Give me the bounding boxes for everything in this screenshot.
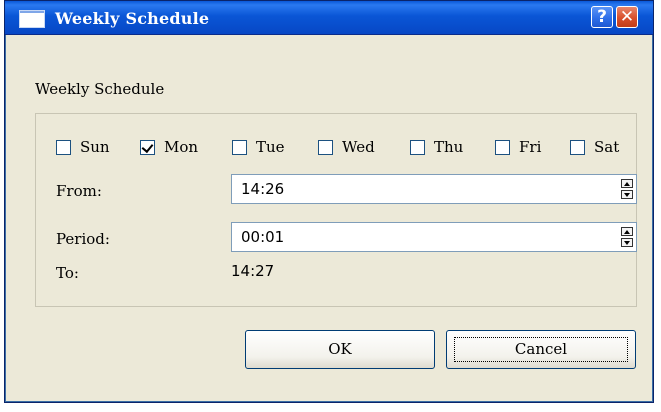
dialog-heading: Weekly Schedule xyxy=(35,80,165,98)
to-time-value: 14:27 xyxy=(231,262,275,280)
spin-up-icon[interactable] xyxy=(621,227,633,236)
day-checkbox-wed[interactable]: Wed xyxy=(318,137,375,157)
ok-button[interactable]: OK xyxy=(245,330,435,369)
close-button[interactable]: ✕ xyxy=(616,6,638,28)
checkbox-icon[interactable] xyxy=(56,139,71,155)
from-spin-buttons[interactable] xyxy=(621,179,633,199)
checkbox-icon[interactable] xyxy=(318,139,333,155)
checkbox-icon[interactable] xyxy=(232,139,247,155)
day-label-sun: Sun xyxy=(80,138,110,156)
title-bar[interactable]: Weekly Schedule ? ✕ xyxy=(5,1,653,35)
period-spin-buttons[interactable] xyxy=(621,227,633,247)
day-checkbox-mon[interactable]: Mon xyxy=(140,137,198,157)
day-checkbox-tue[interactable]: Tue xyxy=(232,137,285,157)
day-label-fri: Fri xyxy=(519,138,542,156)
checkbox-icon[interactable] xyxy=(495,139,510,155)
help-icon: ? xyxy=(597,7,607,27)
day-label-sat: Sat xyxy=(594,138,620,156)
from-time-value[interactable]: 14:26 xyxy=(241,180,284,198)
checkbox-checked-icon[interactable] xyxy=(140,139,155,155)
spin-up-icon[interactable] xyxy=(621,179,633,188)
day-checkbox-thu[interactable]: Thu xyxy=(410,137,463,157)
day-checkbox-fri[interactable]: Fri xyxy=(495,137,541,157)
day-checkbox-sun[interactable]: Sun xyxy=(56,137,110,157)
period-time-value[interactable]: 00:01 xyxy=(241,228,284,246)
from-label: From: xyxy=(56,182,102,200)
cancel-button[interactable]: Cancel xyxy=(446,330,636,369)
window-title: Weekly Schedule xyxy=(55,9,210,28)
checkbox-icon[interactable] xyxy=(570,139,585,155)
day-label-thu: Thu xyxy=(434,138,464,156)
checkbox-icon[interactable] xyxy=(410,139,425,155)
period-label: Period: xyxy=(56,230,110,248)
day-label-mon: Mon xyxy=(164,138,199,156)
from-time-spinner[interactable]: 14:26 xyxy=(231,174,637,204)
spin-down-icon[interactable] xyxy=(621,190,633,199)
help-button[interactable]: ? xyxy=(591,6,613,28)
to-label: To: xyxy=(56,264,79,282)
day-label-wed: Wed xyxy=(342,138,375,156)
day-checkbox-sat[interactable]: Sat xyxy=(570,137,619,157)
day-label-tue: Tue xyxy=(256,138,285,156)
period-time-spinner[interactable]: 00:01 xyxy=(231,222,637,252)
close-icon: ✕ xyxy=(619,7,635,27)
window-icon xyxy=(19,10,45,28)
spin-down-icon[interactable] xyxy=(621,238,633,247)
